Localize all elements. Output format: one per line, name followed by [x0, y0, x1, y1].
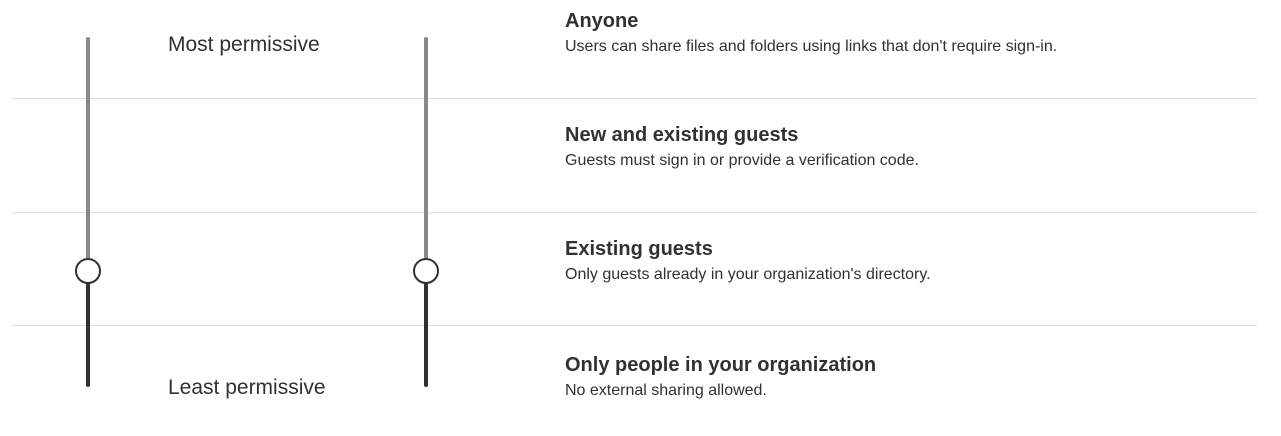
slider-track-upper[interactable]	[424, 37, 428, 259]
slider-track-upper[interactable]	[86, 37, 90, 259]
option-title: New and existing guests	[565, 124, 799, 146]
left-sharing-slider[interactable]	[73, 37, 103, 387]
slider-track-filled[interactable]	[86, 283, 90, 387]
right-sharing-slider[interactable]	[411, 37, 441, 387]
most-permissive-label: Most permissive	[168, 33, 320, 56]
slider-track-filled[interactable]	[424, 283, 428, 387]
option-title: Existing guests	[565, 238, 713, 260]
divider-3	[12, 325, 1257, 326]
option-title: Anyone	[565, 10, 639, 32]
option-title: Only people in your organization	[565, 354, 877, 376]
option-description: Users can share files and folders using …	[565, 38, 1058, 55]
slider-thumb[interactable]	[413, 258, 439, 284]
option-anyone: Anyone Users can share files and folders…	[565, 9, 1057, 58]
divider-2	[12, 212, 1257, 213]
slider-thumb[interactable]	[75, 258, 101, 284]
option-new-and-existing-guests: New and existing guests Guests must sign…	[565, 123, 919, 172]
option-description: Only guests already in your organization…	[565, 266, 931, 283]
option-description: Guests must sign in or provide a verific…	[565, 152, 919, 169]
option-only-organization: Only people in your organization No exte…	[565, 353, 876, 402]
least-permissive-label: Least permissive	[168, 376, 326, 399]
option-existing-guests: Existing guests Only guests already in y…	[565, 237, 931, 286]
option-description: No external sharing allowed.	[565, 382, 767, 399]
divider-1	[12, 98, 1257, 99]
